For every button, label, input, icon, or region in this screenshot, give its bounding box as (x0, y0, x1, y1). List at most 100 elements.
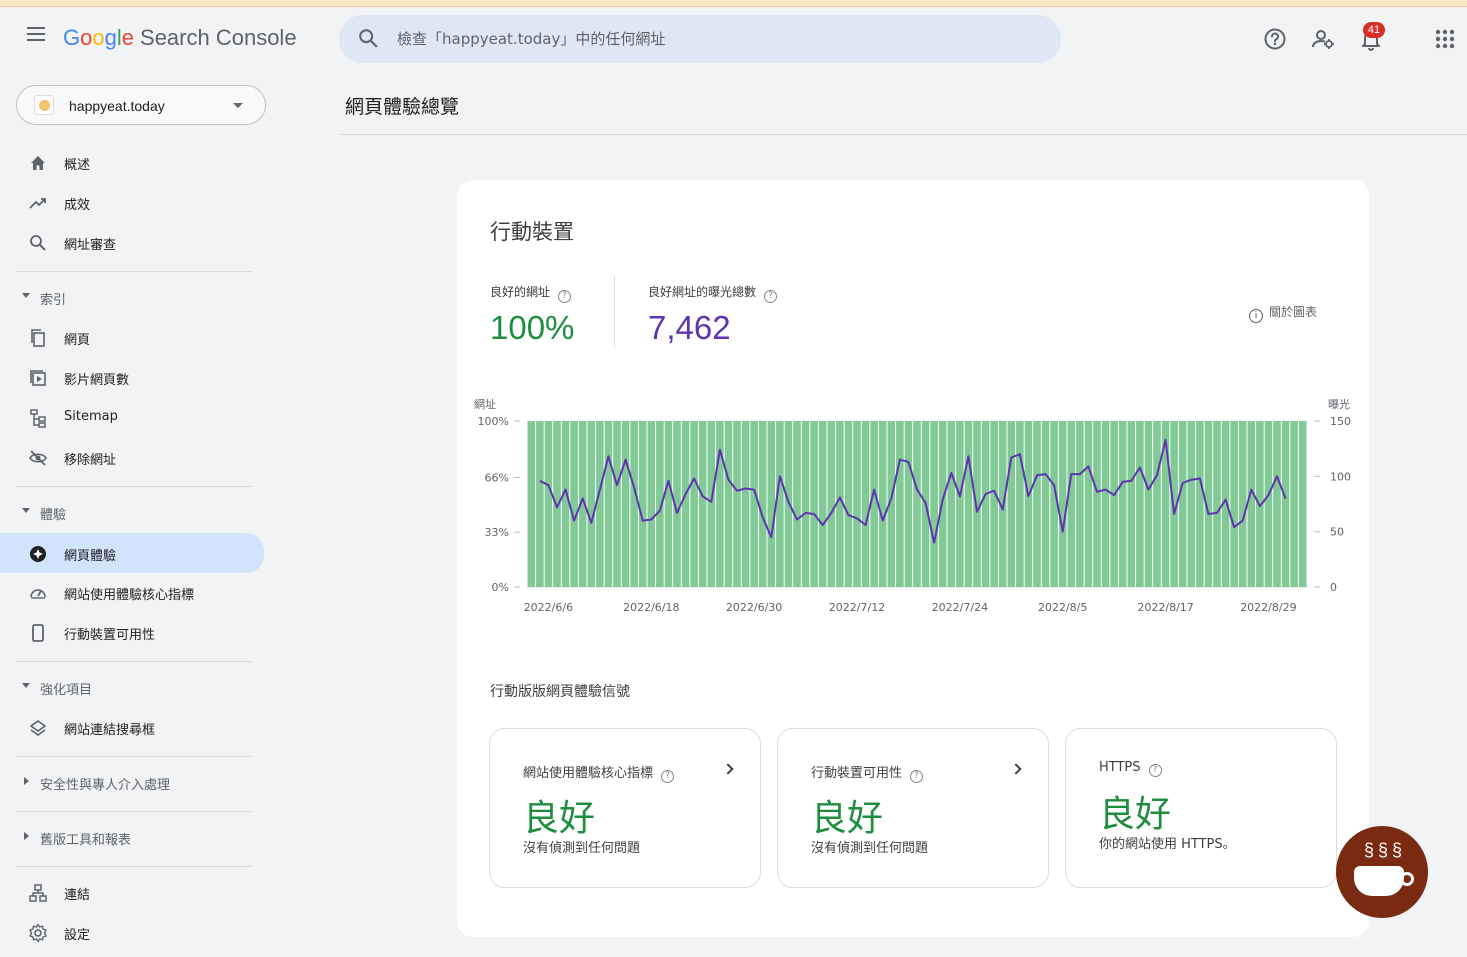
section-label: 體驗 (40, 508, 67, 523)
good-urls-bar (707, 421, 716, 587)
section-legacy-tools[interactable]: 舊版工具和報表 (0, 822, 264, 852)
sidebar-item-label: 行動裝置可用性 (64, 628, 156, 643)
search-icon (359, 29, 378, 48)
good-urls-bar (1076, 421, 1084, 587)
good-urls-bar (613, 421, 621, 587)
google-search-console-logo[interactable]: Google Search Console (63, 25, 297, 51)
sidebar-item-label: 影片網頁數 (64, 373, 130, 388)
signal-card-core-web-vitals[interactable]: 網站使用體驗核心指標? 良好 沒有偵測到任何問題 (489, 728, 761, 888)
impressions-metric[interactable]: 良好網址的曝光總數? 7,462 (648, 283, 778, 347)
sidebar-item-settings[interactable]: 設定 (0, 914, 264, 950)
property-selector[interactable]: happyeat.today (16, 85, 266, 125)
help-icon[interactable]: ? (661, 770, 675, 783)
apps-grid-icon[interactable] (1431, 25, 1459, 53)
sidebar-item-mobile-usability[interactable]: 行動裝置可用性 (0, 614, 264, 650)
search-input[interactable] (397, 15, 1037, 63)
good-urls-bar (733, 421, 741, 587)
chevron-right-icon[interactable] (722, 763, 734, 775)
good-urls-bar (690, 421, 698, 587)
signal-status: 良好 (523, 798, 596, 839)
sidebar-item-pages[interactable]: 網頁 (0, 319, 264, 355)
good-urls-bar (638, 421, 647, 587)
gauge-icon (30, 589, 46, 599)
good-urls-bar (1127, 421, 1136, 587)
good-urls-bar (1041, 421, 1050, 587)
url-inspection-search-bar[interactable] (339, 15, 1061, 63)
logo-letter: o (92, 25, 105, 50)
sidebar: happyeat.today 概述 成效 網址審查 索引 網頁 影片網頁數 Si… (0, 71, 300, 957)
good-urls-bar (1230, 421, 1238, 587)
good-urls-bar (818, 421, 827, 587)
signal-card-mobile-usability[interactable]: 行動裝置可用性? 良好 沒有偵測到任何問題 (777, 728, 1049, 888)
good-urls-bar (896, 421, 904, 587)
notification-count-badge: 41 (1363, 22, 1385, 38)
site-favicon-icon (34, 95, 54, 115)
page-experience-icon (30, 546, 46, 562)
good-urls-bar (630, 421, 638, 587)
sidebar-item-overview[interactable]: 概述 (0, 144, 264, 180)
sidebar-item-removals[interactable]: 移除網址 (0, 439, 264, 475)
chevron-right-icon (24, 832, 29, 840)
section-index[interactable]: 索引 (0, 282, 264, 312)
good-urls-bar (621, 421, 630, 587)
section-label: 強化項目 (40, 683, 93, 698)
section-enhancements[interactable]: 強化項目 (0, 672, 264, 702)
sidebar-item-core-web-vitals[interactable]: 網站使用體驗核心指標 (0, 574, 264, 610)
chevron-right-icon (24, 777, 29, 785)
sidebar-item-video-pages[interactable]: 影片網頁數 (0, 359, 264, 395)
chevron-down-icon (22, 508, 30, 513)
help-icon[interactable]: ? (558, 290, 572, 303)
sidebar-item-performance[interactable]: 成效 (0, 184, 264, 220)
x-tick-label: 2022/6/30 (726, 601, 782, 614)
chevron-down-icon (22, 293, 30, 298)
x-tick-label: 2022/7/24 (932, 601, 988, 614)
good-urls-bar (1058, 421, 1067, 587)
chart-svg: 網址 曝光 100% 66% 33% 0% 150 100 50 0 2022/6/6 2022/… (474, 397, 1351, 614)
sidebar-item-sitelinks-searchbox[interactable]: 網站連結搜尋框 (0, 709, 264, 745)
app-header: GoogleSearch Console 41 (0, 7, 1467, 71)
chevron-right-icon[interactable] (1010, 763, 1022, 775)
help-icon[interactable]: ? (1148, 764, 1162, 777)
removals-icon (29, 450, 47, 466)
good-urls-bar (1298, 421, 1307, 587)
good-urls-bar (587, 421, 596, 587)
good-urls-bar (1187, 421, 1196, 587)
logo-letter: o (80, 25, 93, 50)
sidebar-item-url-inspection[interactable]: 網址審查 (0, 224, 264, 260)
signal-description: 沒有偵測到任何問題 (811, 841, 929, 856)
right-tick-label: 100 (1330, 470, 1351, 483)
about-chart-link[interactable]: i 關於圖表 (1249, 303, 1317, 323)
good-urls-bar (536, 421, 544, 587)
sidebar-item-links[interactable]: 連結 (0, 874, 264, 910)
sidebar-item-sitemap[interactable]: Sitemap (0, 399, 264, 435)
good-urls-metric[interactable]: 良好的網址? 100% (490, 283, 574, 347)
good-urls-bar (956, 421, 964, 587)
good-urls-bar (724, 421, 733, 587)
signal-label-row: HTTPS? (1099, 760, 1162, 777)
x-tick-label: 2022/7/12 (829, 601, 885, 614)
good-urls-bar (827, 421, 836, 587)
help-icon[interactable] (1261, 25, 1289, 53)
help-icon[interactable]: ? (764, 290, 778, 303)
sidebar-item-page-experience[interactable]: 網頁體驗 (0, 533, 264, 573)
page-title-divider (339, 134, 1467, 135)
good-urls-bar (1281, 421, 1290, 587)
sidebar-item-label: 網站使用體驗核心指標 (64, 588, 195, 603)
pages-icon (31, 329, 45, 347)
x-tick-label: 2022/6/18 (623, 601, 679, 614)
left-axis-title: 網址 (474, 397, 496, 411)
good-urls-bar (793, 421, 801, 587)
left-tick-label: 0% (492, 581, 509, 594)
manage-users-icon[interactable] (1309, 25, 1337, 53)
logo-letter: e (121, 25, 135, 50)
good-urls-bar (904, 421, 913, 587)
section-security[interactable]: 安全性與專人介入處理 (0, 767, 264, 797)
signals-title: 行動版版網頁體驗信號 (490, 684, 630, 700)
section-experience[interactable]: 體驗 (0, 497, 264, 527)
help-icon[interactable]: ? (910, 770, 924, 783)
sidebar-item-label: 連結 (64, 888, 91, 903)
signal-label-row: 網站使用體驗核心指標? (523, 762, 675, 783)
good-urls-bar (810, 421, 818, 587)
settings-icon (29, 923, 47, 943)
main-menu-button[interactable] (22, 23, 50, 51)
